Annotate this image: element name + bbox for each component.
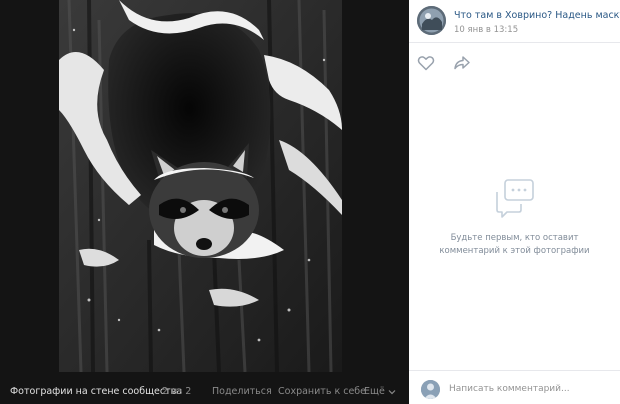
comment-composer — [409, 371, 620, 404]
photo-counter: 2 из 2 — [162, 386, 192, 397]
post-date[interactable]: 10 янв в 13:15 — [454, 25, 620, 35]
photo-sidebar: Что там в Ховрино? Надень маску 10 янв в… — [409, 0, 620, 404]
share-photo-button[interactable]: Поделиться — [212, 386, 272, 397]
author-name-link[interactable]: Что там в Ховрино? Надень маску — [454, 10, 620, 21]
community-avatar-image — [417, 6, 446, 35]
photo-viewer: Фотографии на стене сообщества 2 из 2 По… — [0, 0, 409, 404]
photo[interactable] — [59, 0, 342, 372]
post-author: Что там в Ховрино? Надень маску 10 янв в… — [417, 6, 620, 35]
user-avatar-image — [421, 380, 440, 399]
viewer-bottom-bar: Фотографии на стене сообщества 2 из 2 По… — [0, 380, 409, 404]
heart-icon — [417, 56, 435, 71]
share-button[interactable] — [453, 55, 471, 71]
avatar — [421, 380, 440, 399]
more-label: Ещё — [364, 386, 385, 397]
like-button[interactable] — [417, 55, 435, 71]
divider — [409, 42, 620, 43]
album-link[interactable]: Фотографии на стене сообщества — [10, 386, 182, 397]
raccoon-in-snowy-tree-photo — [59, 0, 342, 372]
chevron-down-icon — [388, 389, 396, 394]
comments-empty-state: Будьте первым, кто оставит комментарий к… — [409, 178, 620, 258]
comments-icon — [495, 179, 534, 218]
more-button[interactable]: Ещё — [364, 386, 396, 397]
share-arrow-icon — [454, 56, 470, 70]
avatar[interactable] — [417, 6, 446, 35]
comment-input[interactable] — [449, 379, 609, 399]
save-photo-button[interactable]: Сохранить к себе — [278, 386, 366, 397]
comments-empty-text: Будьте первым, кто оставит комментарий к… — [439, 233, 590, 256]
